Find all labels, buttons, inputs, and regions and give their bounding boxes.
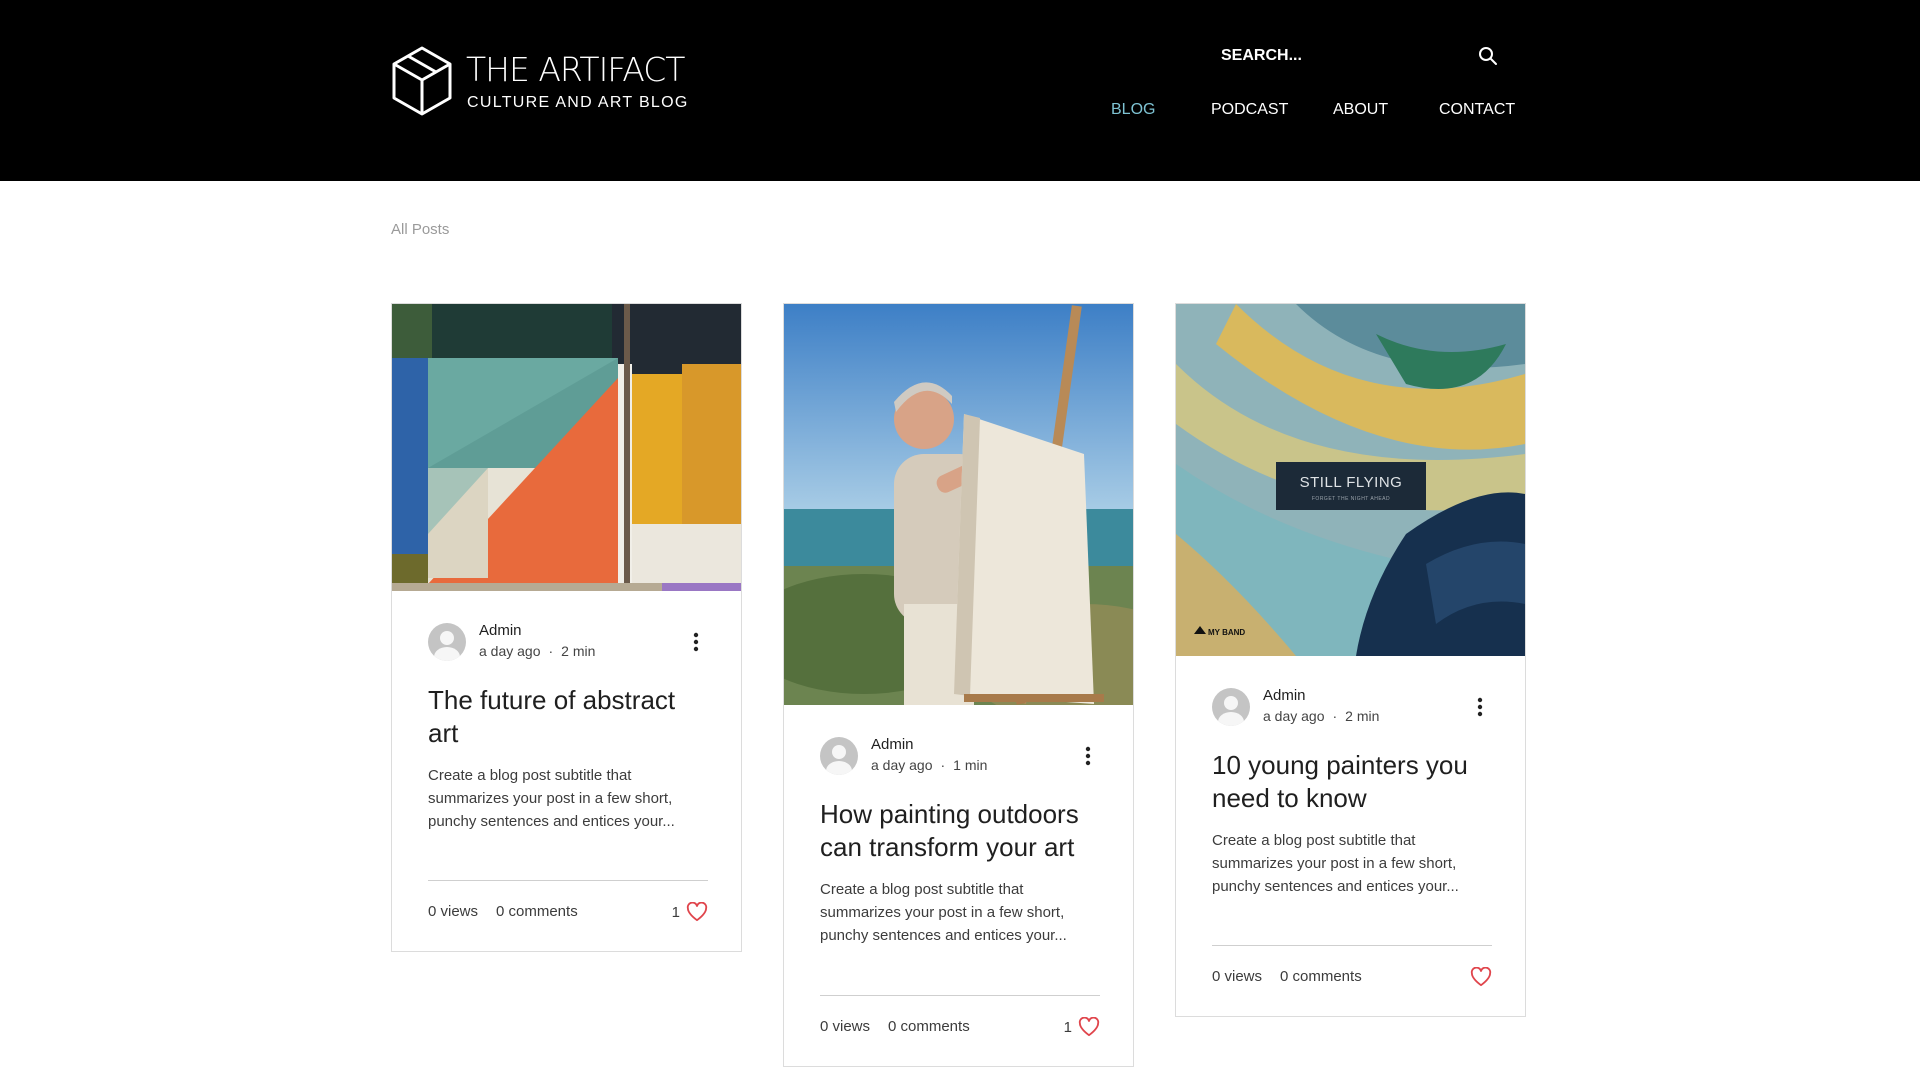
comments-count[interactable]: 0 comments	[496, 903, 578, 920]
like-button[interactable]: 1	[1064, 1016, 1100, 1038]
post-time: a day ago	[1263, 708, 1325, 724]
heart-icon	[686, 902, 708, 922]
post-info: a day ago · 2 min	[479, 643, 595, 659]
post-body: Admin a day ago · 1 min How painting outdo…	[820, 736, 1100, 947]
post-meta: Admin a day ago · 1 min	[820, 736, 1100, 777]
author-name[interactable]: Admin	[1263, 687, 1306, 704]
post-excerpt[interactable]: Create a blog post subtitle that summari…	[1212, 829, 1492, 898]
nav-item-about[interactable]: ABOUT	[1333, 101, 1388, 119]
read-time: 2 min	[561, 643, 596, 659]
post-title[interactable]: How painting outdoors can transform your…	[820, 798, 1100, 864]
post-time: a day ago	[479, 643, 541, 659]
site-subtitle: CULTURE AND ART BLOG	[467, 94, 689, 111]
post-card[interactable]: Admin a day ago · 2 min The future of abst…	[391, 303, 742, 952]
post-title[interactable]: 10 young painters you need to know	[1212, 749, 1492, 815]
album-title: STILL FLYING	[1300, 474, 1403, 491]
views-count: 0 views	[820, 1018, 871, 1035]
author-name[interactable]: Admin	[871, 736, 914, 753]
post-footer: 0 views 0 comments 1	[428, 880, 708, 931]
all-posts-link[interactable]: All Posts	[391, 221, 449, 238]
post-footer: 0 views 0 comments 1	[820, 995, 1100, 1046]
separator-dot: ·	[940, 757, 946, 773]
post-excerpt[interactable]: Create a blog post subtitle that summari…	[820, 878, 1100, 947]
comments-count[interactable]: 0 comments	[888, 1018, 970, 1035]
post-meta: Admin a day ago · 2 min	[1212, 687, 1492, 728]
like-count: 1	[1063, 1018, 1072, 1036]
post-card[interactable]: STILL FLYING FORGET THE NIGHT AHEAD MY B…	[1175, 303, 1526, 1017]
views-count: 0 views	[428, 903, 479, 920]
post-title[interactable]: The future of abstract art	[428, 684, 708, 750]
like-count: 1	[671, 903, 680, 921]
site-logo[interactable]: THE ARTIFACT CULTURE AND ART BLOG	[391, 46, 711, 118]
author-name[interactable]: Admin	[479, 622, 522, 639]
post-image-man-painting-outdoors[interactable]	[784, 304, 1133, 705]
site-header: THE ARTIFACT CULTURE AND ART BLOG BLOG P…	[0, 0, 1920, 181]
more-options-icon[interactable]	[1474, 696, 1486, 718]
post-info: a day ago · 1 min	[871, 757, 987, 773]
post-body: Admin a day ago · 2 min The future of abst…	[428, 622, 708, 833]
hexagon-cube-icon	[392, 46, 452, 116]
search-icon[interactable]	[1478, 46, 1498, 66]
album-tagline: FORGET THE NIGHT AHEAD	[1312, 496, 1390, 502]
separator-dot: ·	[548, 643, 554, 659]
post-info: a day ago · 2 min	[1263, 708, 1379, 724]
post-card[interactable]: Admin a day ago · 1 min How painting outdo…	[783, 303, 1134, 1067]
nav-item-blog[interactable]: BLOG	[1111, 101, 1155, 119]
post-image-abstract-painting[interactable]	[392, 304, 741, 591]
heart-icon	[1078, 1017, 1100, 1037]
read-time: 2 min	[1345, 708, 1380, 724]
avatar[interactable]	[1212, 688, 1250, 726]
post-excerpt[interactable]: Create a blog post subtitle that summari…	[428, 764, 708, 833]
read-time: 1 min	[953, 757, 988, 773]
views-count: 0 views	[1212, 968, 1263, 985]
search-input[interactable]	[1221, 43, 1461, 69]
nav-item-podcast[interactable]: PODCAST	[1211, 101, 1288, 119]
post-body: Admin a day ago · 2 min 10 young painters …	[1212, 687, 1492, 898]
avatar[interactable]	[428, 623, 466, 661]
post-time: a day ago	[871, 757, 933, 773]
like-button[interactable]: 1	[672, 901, 708, 923]
site-title: THE ARTIFACT	[466, 50, 685, 89]
more-options-icon[interactable]	[690, 631, 702, 653]
post-footer: 0 views 0 comments	[1212, 945, 1492, 996]
user-icon	[434, 631, 460, 661]
post-image-album-cover[interactable]: STILL FLYING FORGET THE NIGHT AHEAD MY B…	[1176, 304, 1525, 656]
separator-dot: ·	[1332, 708, 1338, 724]
like-button[interactable]	[1464, 966, 1492, 988]
user-icon	[1218, 696, 1244, 726]
nav-item-contact[interactable]: CONTACT	[1439, 101, 1515, 119]
user-icon	[826, 745, 852, 775]
post-meta: Admin a day ago · 2 min	[428, 622, 708, 663]
search-bar	[1221, 43, 1501, 69]
avatar[interactable]	[820, 737, 858, 775]
heart-icon	[1470, 967, 1492, 987]
band-name: MY BAND	[1208, 628, 1245, 637]
comments-count[interactable]: 0 comments	[1280, 968, 1362, 985]
more-options-icon[interactable]	[1082, 745, 1094, 767]
